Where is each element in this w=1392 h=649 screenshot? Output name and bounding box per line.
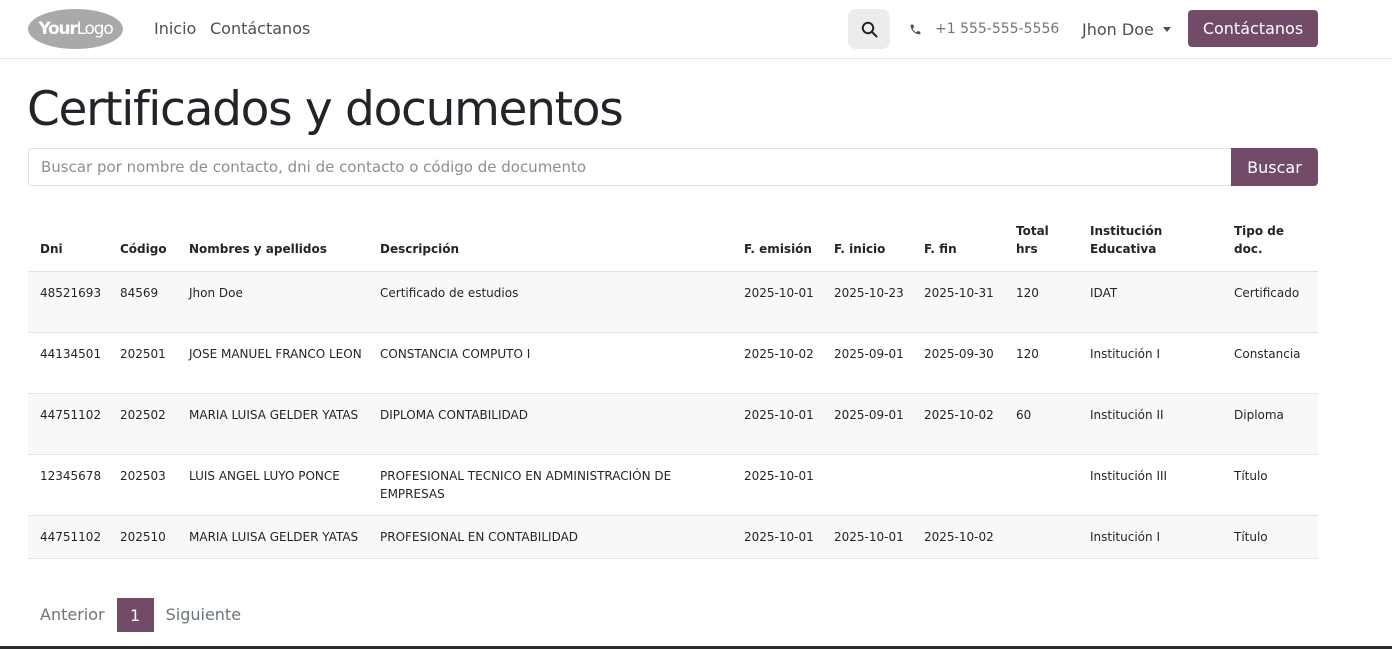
cell-descripcion: PROFESIONAL EN CONTABILIDAD: [368, 515, 732, 559]
column-header-nombres: Nombres y apellidos: [177, 212, 368, 272]
cell-descripcion: Certificado de estudios: [368, 271, 732, 333]
column-header-descripcion: Descripción: [368, 212, 732, 272]
pagination-prev[interactable]: Anterior: [28, 598, 117, 632]
cell-f-fin: 2025-10-02: [912, 393, 1004, 455]
cell-f-emision: 2025-10-02: [732, 332, 822, 394]
cell-f-emision: 2025-10-01: [732, 393, 822, 455]
cell-codigo: 202502: [108, 393, 177, 455]
search-icon: [861, 21, 877, 37]
cell-f-emision: 2025-10-01: [732, 271, 822, 333]
column-header-f-inicio: F. inicio: [822, 212, 912, 272]
cell-nombres: LUIS ANGEL LUYO PONCE: [177, 454, 368, 516]
cell-total-hrs: [1004, 515, 1078, 559]
nav-link-inicio[interactable]: Inicio: [154, 19, 196, 39]
logo-text: YourLogo: [38, 19, 114, 39]
column-header-codigo: Código: [108, 212, 177, 272]
cell-institucion: Institución II: [1078, 393, 1222, 455]
cell-nombres: JOSE MANUEL FRANCO LEON: [177, 332, 368, 394]
cell-codigo: 202503: [108, 454, 177, 516]
user-name: Jhon Doe: [1082, 19, 1154, 39]
column-header-total-hrs: Total hrs: [1004, 212, 1078, 272]
cell-descripcion: CONSTANCIA COMPUTO I: [368, 332, 732, 394]
user-menu-dropdown[interactable]: Jhon Doe: [1082, 19, 1171, 39]
nav-link-contactanos[interactable]: Contáctanos: [210, 19, 310, 39]
phone-number: +1 555-555-5556: [935, 21, 1060, 37]
cell-dni: 12345678: [28, 454, 108, 516]
logo[interactable]: YourLogo: [28, 9, 123, 49]
cell-total-hrs: 120: [1004, 332, 1078, 394]
cell-dni: 44751102: [28, 393, 108, 455]
cell-descripcion: PROFESIONAL TECNICO EN ADMINISTRACIÓN DE…: [368, 454, 732, 516]
cell-nombres: MARIA LUISA GELDER YATAS: [177, 515, 368, 559]
cell-codigo: 84569: [108, 271, 177, 333]
cell-institucion: Institución I: [1078, 515, 1222, 559]
cell-dni: 44751102: [28, 515, 108, 559]
logo-text-bold: Your: [38, 19, 77, 39]
cell-f-inicio: 2025-09-01: [822, 393, 912, 455]
site-header: YourLogo Inicio Contáctanos +1 555-555-5…: [0, 0, 1392, 59]
search-submit-button[interactable]: Buscar: [1231, 148, 1318, 186]
cell-institucion: Institución I: [1078, 332, 1222, 394]
column-header-f-emision: F. emisión: [732, 212, 822, 272]
cell-f-inicio: [822, 454, 912, 516]
pagination: Anterior 1 Siguiente: [28, 598, 253, 632]
table-row: 44751102 202502 MARIA LUISA GELDER YATAS…: [28, 393, 1318, 455]
documents-table: Dni Código Nombres y apellidos Descripci…: [28, 212, 1318, 559]
cell-dni: 44134501: [28, 332, 108, 394]
column-header-institucion: Institución Educativa: [1078, 212, 1222, 272]
header-search-button[interactable]: [848, 9, 890, 49]
logo-text-light: Logo: [76, 19, 114, 39]
contact-cta-button[interactable]: Contáctanos: [1188, 10, 1318, 47]
cell-f-fin: 2025-10-31: [912, 271, 1004, 333]
cell-f-emision: 2025-10-01: [732, 454, 822, 516]
cell-tipo-doc: Certificado: [1222, 271, 1318, 333]
chevron-down-icon: [1162, 26, 1171, 32]
cell-institucion: IDAT: [1078, 271, 1222, 333]
cell-total-hrs: 60: [1004, 393, 1078, 455]
cell-codigo: 202501: [108, 332, 177, 394]
cell-nombres: Jhon Doe: [177, 271, 368, 333]
table-row: 44751102 202510 MARIA LUISA GELDER YATAS…: [28, 515, 1318, 559]
pagination-next[interactable]: Siguiente: [154, 598, 253, 632]
cell-f-emision: 2025-10-01: [732, 515, 822, 559]
pagination-page-current[interactable]: 1: [116, 598, 154, 632]
cell-total-hrs: 120: [1004, 271, 1078, 333]
cell-institucion: Institución III: [1078, 454, 1222, 516]
cell-tipo-doc: Título: [1222, 454, 1318, 516]
cell-f-inicio: 2025-10-01: [822, 515, 912, 559]
page-title: Certificados y documentos: [27, 82, 624, 137]
column-header-dni: Dni: [28, 212, 108, 272]
cell-codigo: 202510: [108, 515, 177, 559]
cell-total-hrs: [1004, 454, 1078, 516]
column-header-tipo-doc: Tipo de doc.: [1222, 212, 1318, 272]
phone-contact[interactable]: +1 555-555-5556: [909, 19, 1059, 39]
cell-f-inicio: 2025-09-01: [822, 332, 912, 394]
phone-icon: [909, 22, 923, 36]
table-header: Dni Código Nombres y apellidos Descripci…: [28, 212, 1318, 272]
cell-dni: 48521693: [28, 271, 108, 333]
document-search-form: Buscar: [28, 148, 1318, 186]
cell-descripcion: DIPLOMA CONTABILIDAD: [368, 393, 732, 455]
cell-f-fin: 2025-09-30: [912, 332, 1004, 394]
table-row: 48521693 84569 Jhon Doe Certificado de e…: [28, 271, 1318, 333]
column-header-f-fin: F. fin: [912, 212, 1004, 272]
cell-tipo-doc: Diploma: [1222, 393, 1318, 455]
cell-f-inicio: 2025-10-23: [822, 271, 912, 333]
cell-nombres: MARIA LUISA GELDER YATAS: [177, 393, 368, 455]
cell-tipo-doc: Constancia: [1222, 332, 1318, 394]
cell-tipo-doc: Título: [1222, 515, 1318, 559]
table-row: 44134501 202501 JOSE MANUEL FRANCO LEON …: [28, 332, 1318, 394]
cell-f-fin: 2025-10-02: [912, 515, 1004, 559]
cell-f-fin: [912, 454, 1004, 516]
search-input[interactable]: [28, 148, 1231, 186]
table-row: 12345678 202503 LUIS ANGEL LUYO PONCE PR…: [28, 454, 1318, 516]
